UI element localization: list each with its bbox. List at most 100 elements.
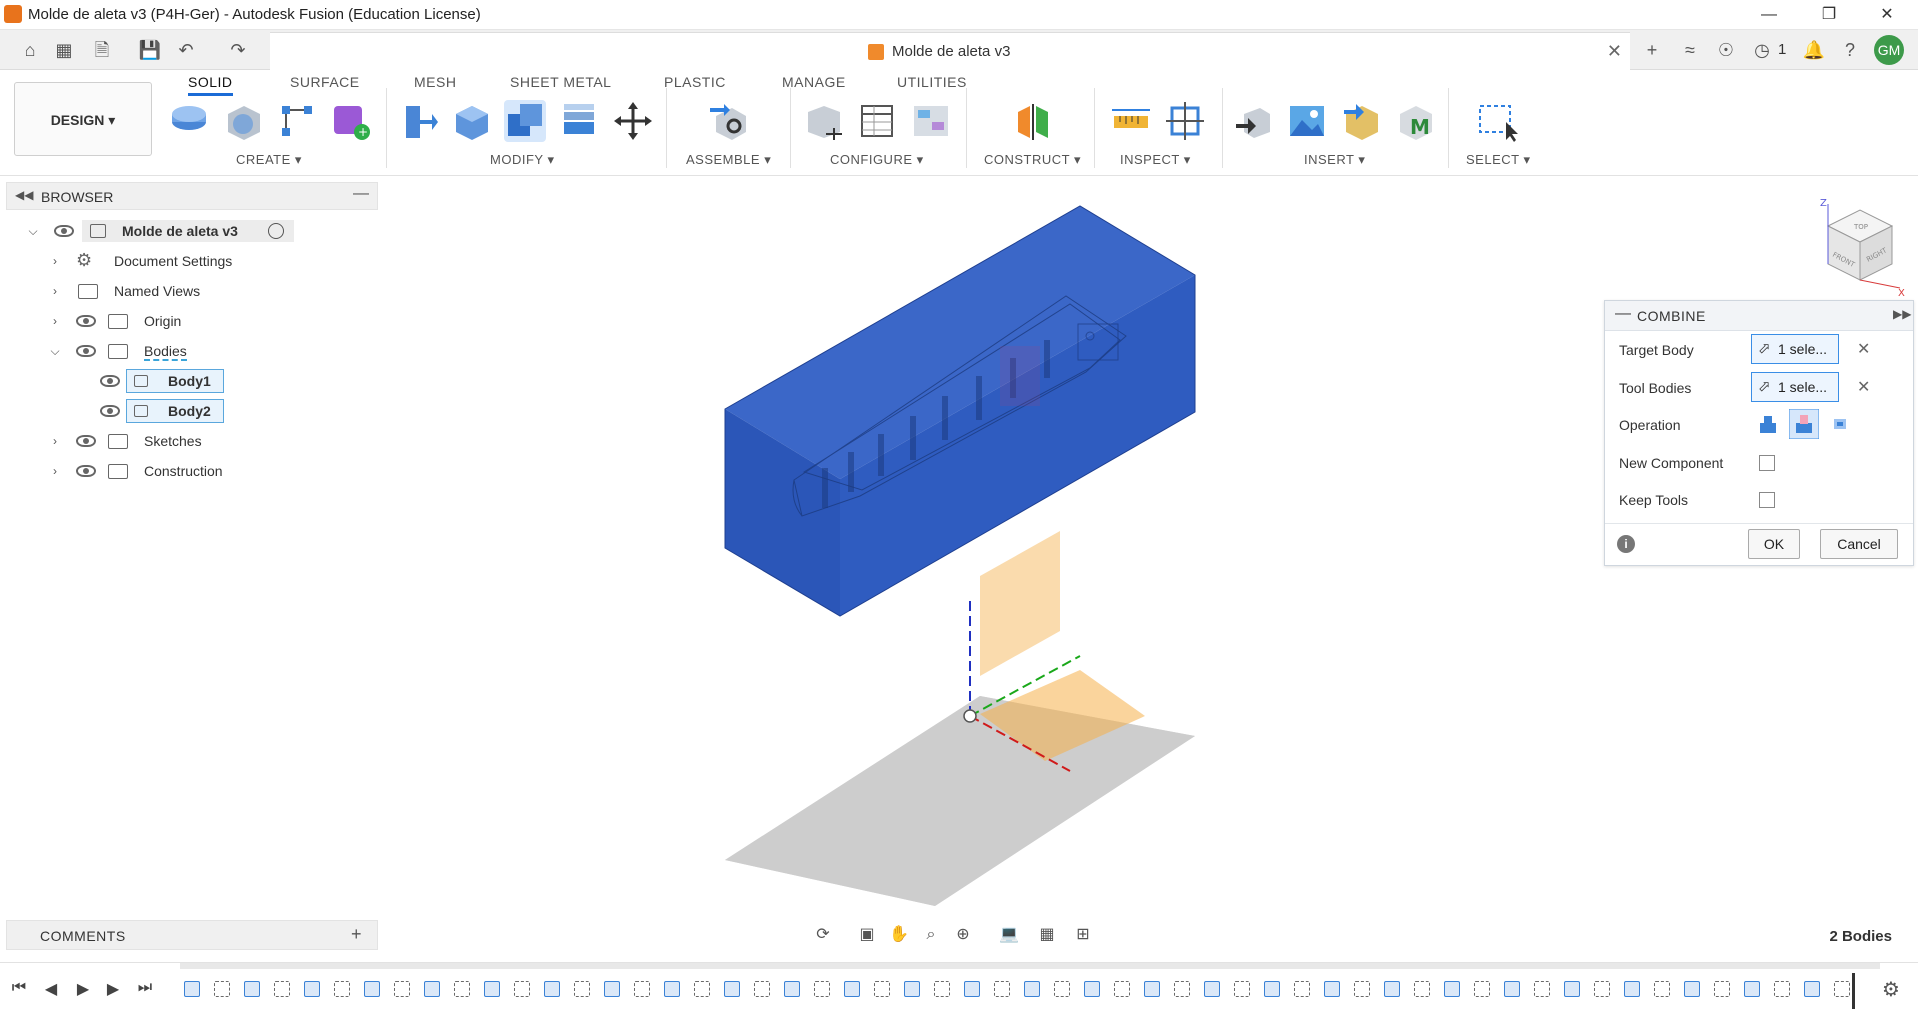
close-tab-icon[interactable]: ✕ (1607, 41, 1622, 62)
cancel-button[interactable]: Cancel (1820, 529, 1898, 559)
create-sketch-icon[interactable] (276, 100, 318, 142)
clear-target-icon[interactable]: ✕ (1857, 339, 1870, 359)
timeline-feature[interactable] (784, 981, 800, 997)
activate-radio-icon[interactable] (268, 223, 284, 239)
timeline-feature[interactable] (1054, 981, 1070, 997)
info-icon[interactable]: i (1617, 535, 1635, 553)
tab-utilities[interactable]: UTILITIES (897, 74, 967, 90)
add-comment-icon[interactable]: + (351, 924, 362, 945)
timeline-feature[interactable] (244, 981, 260, 997)
target-body-selector[interactable]: ⬀ 1 sele... (1751, 334, 1839, 364)
tab-manage[interactable]: MANAGE (782, 74, 846, 90)
modify-shell-icon[interactable] (558, 100, 600, 142)
timeline-feature[interactable] (334, 981, 350, 997)
modify-press-pull-icon[interactable] (396, 100, 438, 142)
timeline-feature[interactable] (1444, 981, 1460, 997)
timeline-feature[interactable] (1834, 981, 1850, 997)
tab-solid[interactable]: SOLID (188, 74, 233, 96)
inspect-section-icon[interactable] (1164, 100, 1206, 142)
home-icon[interactable]: ⌂ (18, 38, 42, 62)
timeline-end-icon[interactable]: ⏭ (134, 979, 156, 997)
chevron-right-icon[interactable]: › (48, 284, 62, 298)
timeline-feature[interactable] (1534, 981, 1550, 997)
assemble-joint-icon[interactable] (708, 100, 750, 142)
group-assemble[interactable]: ASSEMBLE ▾ (686, 152, 771, 168)
timeline-feature[interactable] (484, 981, 500, 997)
zoom-icon[interactable]: ⌕ (920, 924, 942, 946)
timeline-feature[interactable] (1684, 981, 1700, 997)
timeline-feature[interactable] (1174, 981, 1190, 997)
timeline-forward-icon[interactable]: ▶ (102, 979, 124, 999)
timeline-feature[interactable] (814, 981, 830, 997)
look-at-icon[interactable]: ▣ (856, 924, 878, 946)
timeline-feature[interactable] (934, 981, 950, 997)
collapse-dialog-icon[interactable]: — (1615, 305, 1631, 323)
data-panel-grid-icon[interactable]: ▦ (52, 38, 76, 62)
configure-rules-icon[interactable] (910, 100, 952, 142)
save-icon[interactable]: 💾 (138, 38, 162, 62)
fit-icon[interactable]: ⊕ (952, 924, 974, 946)
browser-item-named-views[interactable]: › Named Views (6, 276, 378, 306)
timeline-feature[interactable] (1504, 981, 1520, 997)
expand-dialog-icon[interactable]: ▶▶ (1893, 307, 1911, 321)
viewport-canvas[interactable] (390, 176, 1590, 920)
view-cube[interactable]: TOP FRONT RIGHT Z X (1808, 196, 1908, 296)
chevron-down-icon[interactable]: ⌵ (48, 344, 62, 359)
timeline-feature[interactable] (364, 981, 380, 997)
timeline-feature[interactable] (1804, 981, 1820, 997)
operation-join-icon[interactable] (1755, 411, 1781, 437)
chevron-right-icon[interactable]: › (48, 434, 62, 448)
minimize-browser-icon[interactable]: — (353, 185, 369, 203)
timeline-feature[interactable] (1414, 981, 1430, 997)
chevron-down-icon[interactable]: ⌵ (26, 224, 40, 239)
browser-item-body1[interactable]: Body1 (6, 366, 378, 396)
new-tab-plus-icon[interactable]: + (1640, 38, 1664, 62)
visibility-eye-icon[interactable] (54, 225, 74, 237)
ok-button[interactable]: OK (1748, 529, 1800, 559)
extensions-icon[interactable]: ≈ (1678, 38, 1702, 62)
visibility-eye-icon[interactable] (100, 405, 120, 417)
create-form-icon[interactable]: + (330, 100, 372, 142)
timeline-scrollbar[interactable] (180, 963, 1880, 969)
timeline-feature[interactable] (1594, 981, 1610, 997)
job-status-icon[interactable]: ◷ (1750, 38, 1774, 62)
timeline-feature[interactable] (754, 981, 770, 997)
construct-plane-icon[interactable] (1012, 100, 1054, 142)
chevron-right-icon[interactable]: › (48, 464, 62, 478)
timeline-feature[interactable] (214, 981, 230, 997)
timeline-feature[interactable] (394, 981, 410, 997)
visibility-eye-icon[interactable] (76, 315, 96, 327)
document-tab[interactable]: Molde de aleta v3 ✕ (270, 32, 1630, 70)
timeline-feature[interactable] (964, 981, 980, 997)
timeline-feature[interactable] (844, 981, 860, 997)
insert-derive-icon[interactable] (1232, 100, 1274, 142)
select-window-icon[interactable] (1476, 100, 1518, 142)
group-inspect[interactable]: INSPECT ▾ (1120, 152, 1191, 168)
timeline-marker[interactable] (1852, 973, 1855, 1009)
timeline-feature[interactable] (1744, 981, 1760, 997)
tab-sheet-metal[interactable]: SHEET METAL (510, 74, 611, 90)
help-icon[interactable]: ? (1838, 38, 1862, 62)
pan-hand-icon[interactable]: ✋ (888, 924, 910, 946)
group-insert[interactable]: INSERT ▾ (1304, 152, 1365, 168)
timeline-feature[interactable] (574, 981, 590, 997)
tool-bodies-selector[interactable]: ⬀ 1 sele... (1751, 372, 1839, 402)
timeline-feature[interactable] (1774, 981, 1790, 997)
timeline-feature[interactable] (1264, 981, 1280, 997)
timeline-feature[interactable] (1324, 981, 1340, 997)
timeline-feature[interactable] (994, 981, 1010, 997)
grid-settings-icon[interactable]: ▦ (1036, 924, 1058, 946)
browser-item-body2[interactable]: Body2 (6, 396, 378, 426)
insert-canvas-icon[interactable] (1286, 100, 1328, 142)
timeline-feature[interactable] (304, 981, 320, 997)
modify-fillet-icon[interactable] (450, 100, 492, 142)
group-construct[interactable]: CONSTRUCT ▾ (984, 152, 1081, 168)
timeline-feature[interactable] (724, 981, 740, 997)
modify-move-icon[interactable] (612, 100, 654, 142)
timeline-feature[interactable] (1024, 981, 1040, 997)
undo-icon[interactable]: ↶ (174, 38, 198, 62)
insert-mcmaster-icon[interactable] (1340, 100, 1382, 142)
timeline-feature[interactable] (904, 981, 920, 997)
timeline-feature[interactable] (544, 981, 560, 997)
timeline-feature[interactable] (514, 981, 530, 997)
